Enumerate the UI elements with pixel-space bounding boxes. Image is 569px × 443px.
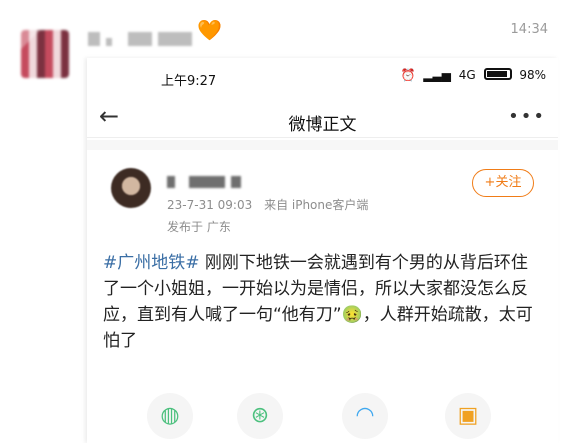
divider xyxy=(87,140,558,150)
sender-name-blurred xyxy=(88,24,196,50)
shared-screenshot[interactable]: 上午9:27 ⏰ ▂▃▅ 4G 98% ← 微博正文 ••• 23-7-31 0… xyxy=(87,58,558,443)
message-time: 14:34 xyxy=(510,22,548,37)
post-avatar[interactable] xyxy=(111,168,151,208)
share-row: ◍ ⊛ ◠ ▣ xyxy=(87,393,558,441)
status-icons: ⏰ ▂▃▅ 4G 98% xyxy=(396,68,546,82)
moments-icon[interactable]: ⊛ xyxy=(237,393,283,439)
nauseated-emoji-icon: 🤢 xyxy=(341,305,363,325)
phone-status-bar: 上午9:27 ⏰ ▂▃▅ 4G 98% xyxy=(87,58,558,90)
post-meta: 23-7-31 09:03 来自 iPhone客户端 xyxy=(167,196,368,213)
post-date: 23-7-31 09:03 xyxy=(167,198,253,212)
status-time: 上午9:27 xyxy=(161,74,217,89)
weibo-nav-bar: ← 微博正文 ••• xyxy=(87,98,558,138)
save-image-icon[interactable]: ▣ xyxy=(445,393,491,439)
qq-icon[interactable]: ◠ xyxy=(342,393,388,439)
alarm-icon: ⏰ xyxy=(400,68,416,82)
topic-link[interactable]: #广州地铁# xyxy=(103,253,200,273)
wechat-icon[interactable]: ◍ xyxy=(147,393,193,439)
follow-button[interactable]: +关注 xyxy=(472,169,534,197)
post-location: 发布于 广东 xyxy=(167,220,231,234)
post-body: #广州地铁# 刚刚下地铁一会就遇到有个男的从背后环住了一个小姐姐，一开始以为是情… xyxy=(103,250,543,354)
avatar[interactable] xyxy=(21,30,69,78)
battery-icon xyxy=(483,68,512,80)
post-source: 来自 iPhone客户端 xyxy=(264,198,369,212)
page-title: 微博正文 xyxy=(288,115,357,135)
signal-icon: ▂▃▅ xyxy=(423,68,451,82)
chat-header: 🧡 14:34 xyxy=(0,0,569,78)
battery-label: 98% xyxy=(519,68,546,82)
network-label: 4G xyxy=(458,68,476,82)
heart-emoji-icon: 🧡 xyxy=(197,18,222,42)
post-username-blurred[interactable] xyxy=(167,176,287,188)
more-icon[interactable]: ••• xyxy=(508,106,546,127)
